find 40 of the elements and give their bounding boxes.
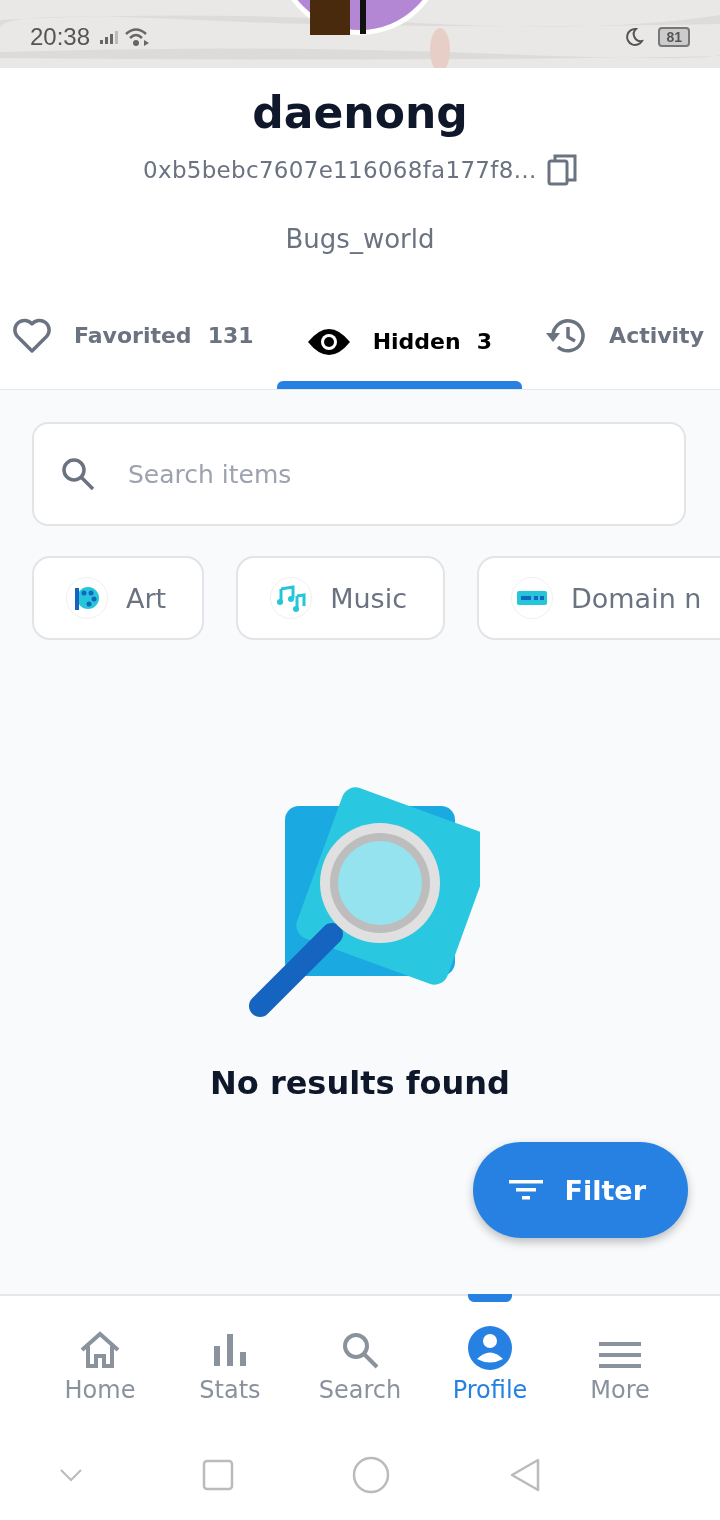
nav-item[interactable]: Search [305, 1296, 415, 1430]
search-icon [340, 1330, 380, 1370]
nav-indicator [468, 1294, 512, 1302]
palette-icon [73, 584, 101, 612]
tab[interactable]: Favorited 131 [10, 294, 256, 389]
music-notes-icon [276, 584, 307, 612]
status-time: 20:38 [30, 23, 91, 51]
back-icon[interactable] [508, 1457, 541, 1493]
copy-icon[interactable] [546, 154, 577, 186]
search-field[interactable]: Search items [32, 422, 686, 526]
wallet-address: 0xb5bebc7607e116068fa177f8… [143, 157, 537, 183]
user-icon [468, 1326, 512, 1370]
nav-item[interactable]: More [565, 1296, 675, 1430]
search-icon [60, 456, 96, 492]
moon-icon [624, 27, 645, 47]
profile-name: daenong [252, 86, 468, 140]
chevron-down-icon[interactable] [59, 1468, 84, 1482]
filter-button[interactable]: Filter [472, 1142, 688, 1238]
category-chip[interactable]: Art [32, 556, 205, 640]
category-chip[interactable]: Domain n [477, 556, 720, 640]
menu-icon [599, 1340, 641, 1370]
recents-icon[interactable] [201, 1459, 234, 1491]
collection-name: Bugs_world [285, 224, 435, 254]
home-circle-icon[interactable] [352, 1456, 391, 1494]
wifi-icon [124, 27, 151, 47]
nav-item[interactable]: Home [45, 1296, 155, 1430]
battery-indicator: 81 [658, 27, 690, 47]
tab[interactable]: Activity [543, 294, 706, 389]
nav-item[interactable]: Profile [435, 1296, 545, 1430]
nav-item[interactable]: Stats [175, 1296, 285, 1430]
signal-icon [100, 30, 119, 44]
tab[interactable]: Hidden 3 [276, 294, 522, 389]
category-chip[interactable]: Music [236, 556, 445, 640]
filter-icon [508, 1178, 543, 1202]
domain-icon [517, 591, 547, 605]
heart-icon [12, 317, 52, 354]
empty-message: No results found [209, 1064, 510, 1102]
eye-icon [306, 327, 351, 356]
home-icon [78, 1330, 122, 1370]
history-icon [545, 317, 588, 354]
